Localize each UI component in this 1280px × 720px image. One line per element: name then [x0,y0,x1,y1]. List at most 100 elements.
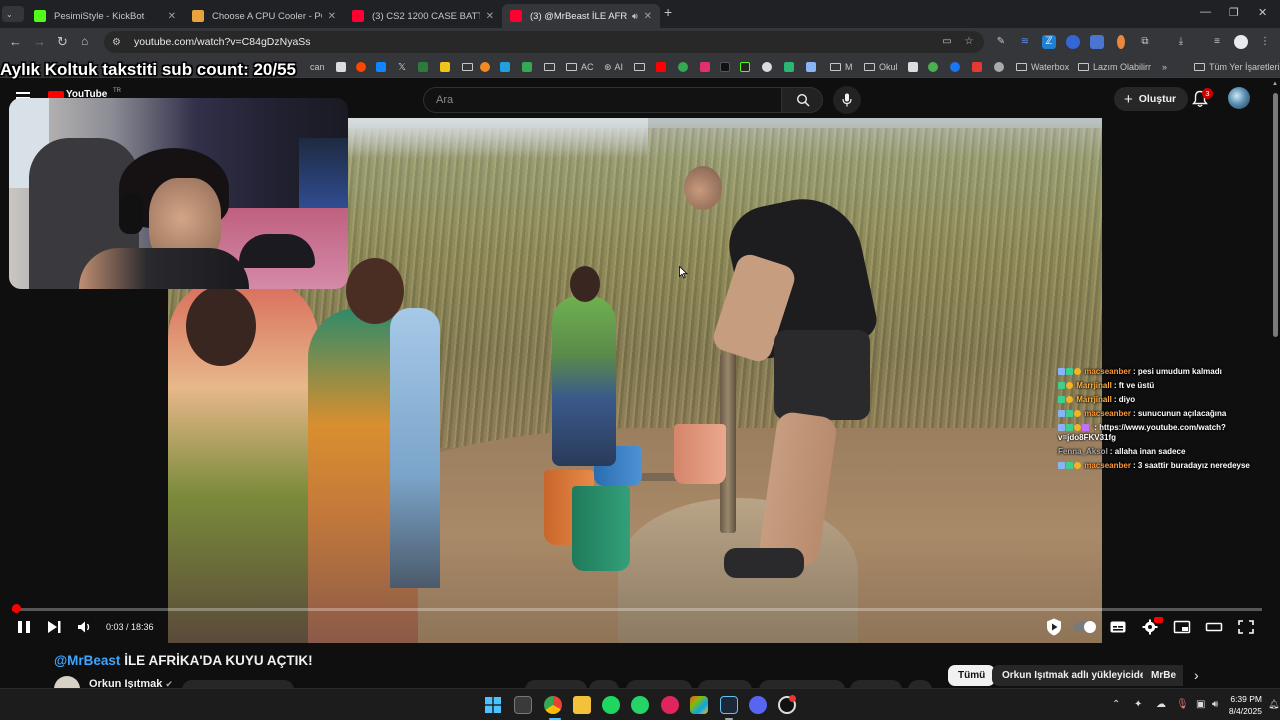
theater-mode-icon[interactable] [1205,619,1223,635]
bookmark-square[interactable] [908,61,921,73]
account-avatar[interactable] [1228,87,1250,109]
chip-all[interactable]: Tümü [948,665,996,686]
voice-search-button[interactable] [833,86,861,114]
page-scrollbar[interactable]: ▲ [1270,79,1280,688]
display-tray-icon[interactable]: ▣ [1196,699,1205,710]
extension-grid-icon[interactable] [1090,35,1104,49]
spotify-icon[interactable] [602,696,620,714]
search-button[interactable] [781,87,823,113]
bookmark-lazim-olabilirr[interactable]: Lazım Olabilirr [1078,61,1151,73]
bookmark-waterbox[interactable]: Waterbox [1016,61,1069,73]
extension-wave-icon[interactable]: ≋ [1018,35,1032,49]
bookmark-k[interactable] [500,61,513,73]
bookmark-folder-a[interactable] [462,61,477,73]
chevron-right-icon[interactable]: › [1194,667,1199,683]
app-red-icon[interactable] [661,696,679,714]
bookmark-ai[interactable]: ⊛ AI [604,61,623,73]
chrome-icon[interactable] [544,696,562,714]
file-explorer-icon[interactable] [573,696,591,714]
speaker-tray-icon[interactable]: 🔊︎ [1212,699,1218,710]
tab-cs2-case-battle[interactable]: (3) CS2 1200 CASE BATTLE BİNE ✕ [344,4,502,28]
audio-playing-icon[interactable]: 🔊︎ [632,11,638,22]
tab-search-button[interactable]: ⌄ [2,6,24,22]
extension-shield-icon[interactable] [1066,35,1080,49]
create-button[interactable]: + Oluştur [1114,87,1189,111]
bookmark-steam[interactable] [762,61,775,73]
bookmark-m[interactable]: M [830,61,853,73]
bookmark-bluesky[interactable] [376,61,389,73]
extensions-puzzle-icon[interactable]: ⧉ [1138,35,1152,49]
reload-icon[interactable]: ↻ [57,34,68,50]
cast-icon[interactable]: ▭ [940,35,954,49]
bookmark-star-icon[interactable]: ☆ [962,35,976,49]
minimize-icon[interactable]: — [1200,6,1211,18]
chip-from-uploader[interactable]: Orkun Işıtmak adlı yükleyiciden [992,665,1162,686]
system-clock[interactable]: 6:39 PM 8/4/2025 [1222,693,1262,717]
download-icon[interactable]: ⤓ [1174,35,1188,49]
bookmark-can[interactable]: can [310,61,325,73]
subtitles-icon[interactable] [1109,619,1127,635]
bookmark-github[interactable] [994,61,1007,73]
task-view-icon[interactable] [514,696,532,714]
close-icon[interactable]: ✕ [486,11,494,22]
scrollbar-thumb[interactable] [1273,93,1278,337]
bookmarks-overflow-icon[interactable]: » [1162,61,1167,73]
bookmark-youtube[interactable] [656,61,669,73]
back-icon[interactable]: ← [9,34,22,49]
home-icon[interactable]: ⌂ [81,34,88,48]
bookmark-drive[interactable] [522,61,535,73]
close-icon[interactable]: ✕ [168,11,176,22]
microphone-tray-icon[interactable]: 🎙︎ [1176,699,1189,710]
reading-list-icon[interactable]: ≡ [1210,35,1224,49]
scroll-up-icon[interactable]: ▲ [1272,81,1278,87]
notification-center-icon[interactable]: 🔔︎ [1268,699,1279,710]
bookmark-maps[interactable] [678,61,691,73]
progress-bar[interactable] [11,604,1262,613]
new-tab-button[interactable]: + [664,4,672,20]
miniplayer-icon[interactable] [1173,619,1191,635]
whatsapp-icon[interactable] [631,696,649,714]
bookmark-yellow[interactable] [440,61,453,73]
profile-avatar[interactable] [1234,35,1248,49]
extension-translate-icon[interactable]: ℤ [1042,35,1056,49]
bookmark-folder-b[interactable] [544,61,559,73]
tray-app-icon[interactable]: ✦ [1134,699,1142,710]
bookmark-icon-item[interactable] [336,61,349,73]
bookmark-x[interactable]: 𝕏 [398,61,406,73]
pause-icon[interactable] [15,619,33,635]
windows-start-icon[interactable] [485,697,501,713]
search-input[interactable]: Ara [423,87,781,113]
video-title-mention[interactable]: @MrBeast [54,653,120,668]
extension-pen-icon[interactable]: ✎ [994,35,1008,49]
chip-mrbeast[interactable]: MrBe [1143,665,1183,686]
bookmark-leaf[interactable] [928,61,941,73]
bookmark-folder-d[interactable] [806,61,819,73]
bookmark-kick[interactable] [740,61,753,73]
volume-icon[interactable] [76,619,94,635]
forward-icon[interactable]: → [33,34,46,49]
copilot-icon[interactable] [690,696,708,714]
bookmark-instagram[interactable] [700,61,713,73]
menu-kebab-icon[interactable]: ⋮ [1258,35,1272,49]
bookmark-facebook[interactable] [950,61,963,73]
steam-icon[interactable] [720,696,738,714]
ambient-shield-icon[interactable] [1044,617,1064,637]
bookmark-all[interactable]: Tüm Yer İşaretleri [1194,61,1280,73]
bookmark-green[interactable] [784,61,797,73]
bookmark-folder-c[interactable] [634,61,649,73]
close-icon[interactable]: ✕ [644,11,652,22]
bookmark-okul[interactable]: Okul [864,61,898,73]
close-icon[interactable]: ✕ [328,11,336,22]
next-icon[interactable] [45,619,63,635]
address-bar[interactable]: ⚙ youtube.com/watch?v=C84gDzNyaSs [104,31,984,53]
tab-mrbeast-afrika[interactable]: (3) @MrBeast İLE AFRİKA'D 🔊︎ ✕ [502,4,660,28]
extension-drop-icon[interactable] [1117,35,1125,49]
tray-cloud-icon[interactable]: ☁ [1156,699,1166,710]
site-info-icon[interactable]: ⚙ [112,37,126,48]
autoplay-toggle[interactable] [1073,621,1096,633]
tray-overflow-icon[interactable]: ⌃ [1112,699,1120,710]
bookmark-ac[interactable]: AC [566,61,594,73]
bookmark-reddit[interactable] [356,61,369,73]
tab-kickbot[interactable]: PesimiStyle - KickBot ✕ [26,4,184,28]
restore-icon[interactable]: ❐ [1229,6,1239,19]
